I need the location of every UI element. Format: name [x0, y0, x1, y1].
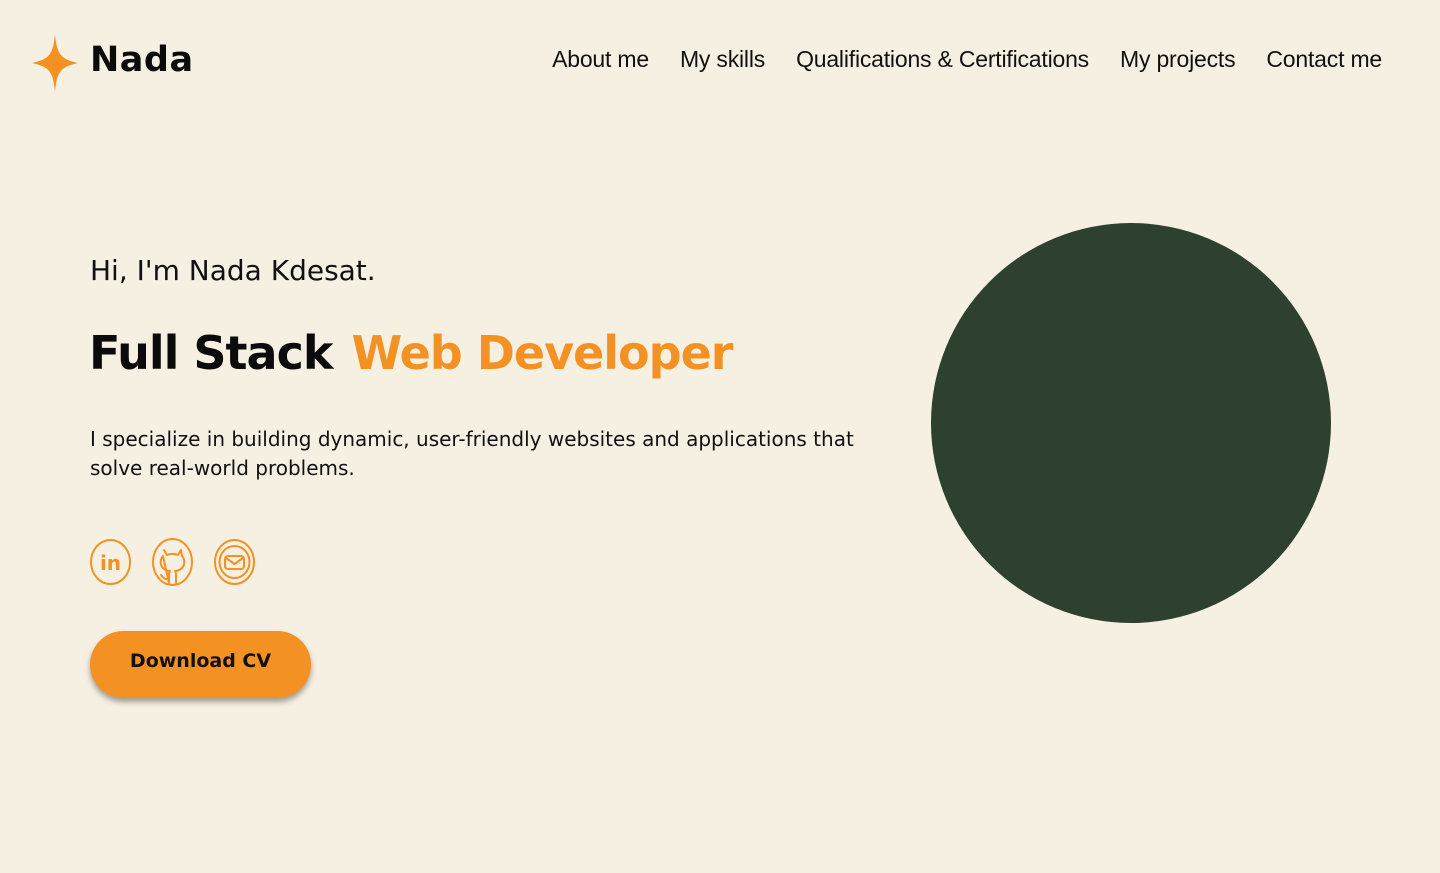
- headline-part2: Web Developer: [351, 326, 733, 380]
- nav-contact-me[interactable]: Contact me: [1266, 46, 1382, 73]
- logo[interactable]: Nada: [32, 34, 194, 92]
- github-link[interactable]: [151, 537, 194, 587]
- social-links: in: [89, 537, 256, 587]
- greeting: Hi, I'm Nada Kdesat.: [90, 254, 376, 287]
- headline: Full Stack Web Developer: [89, 326, 733, 380]
- svg-text:in: in: [100, 551, 121, 575]
- hero-description: I specialize in building dynamic, user-f…: [90, 427, 854, 480]
- linkedin-link[interactable]: in: [89, 537, 132, 587]
- nav-qualifications[interactable]: Qualifications & Certifications: [796, 46, 1089, 73]
- page: Nada About me My skills Qualifications &…: [0, 0, 1440, 873]
- main-nav: About me My skills Qualifications & Cert…: [552, 46, 1382, 73]
- headline-part1: Full Stack: [89, 326, 333, 380]
- email-icon: [214, 539, 255, 585]
- email-link[interactable]: [213, 537, 256, 587]
- nav-my-skills[interactable]: My skills: [680, 46, 765, 73]
- github-icon: [152, 538, 193, 586]
- brand-name: Nada: [90, 39, 194, 80]
- linkedin-icon: in: [90, 539, 131, 585]
- nav-about-me[interactable]: About me: [552, 46, 649, 73]
- four-point-star-icon: [32, 34, 78, 92]
- download-cv-button[interactable]: Download CV: [90, 631, 311, 698]
- profile-image-circle: [931, 223, 1331, 623]
- nav-my-projects[interactable]: My projects: [1120, 46, 1236, 73]
